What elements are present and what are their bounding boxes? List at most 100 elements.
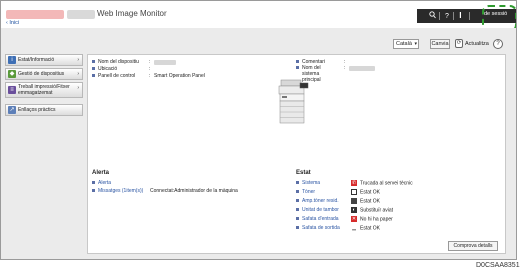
output-tray-icon: ▁: [351, 225, 357, 231]
sidebar-item-label: Gestió de dispositius: [18, 71, 65, 77]
status-value: Trucada al servei tècnic: [360, 180, 413, 187]
sidebar-item-label: Estat/Informació: [18, 57, 55, 63]
status-value-group: Estat OK: [351, 198, 380, 204]
colon: :: [149, 59, 151, 65]
status-value: No hi ha paper: [360, 216, 393, 223]
refresh-link[interactable]: Actualitza: [465, 41, 489, 47]
model-name: [67, 10, 95, 19]
host-value: [349, 66, 375, 71]
language-value: Català: [396, 41, 412, 47]
status-value: Estat OK: [360, 189, 381, 196]
colon: :: [149, 66, 151, 72]
bullet: [92, 181, 95, 185]
top-bar: Web Image Monitor ‹ Inici ? de sessió: [1, 1, 516, 32]
messages-link[interactable]: Missatges (1item(s)): [98, 188, 143, 194]
bullet: [92, 74, 95, 78]
print-job-icon: ≡: [8, 86, 16, 94]
chevron-right-icon: ›: [77, 57, 79, 63]
divider: [469, 12, 470, 20]
status-title: Estat: [296, 170, 311, 176]
status-row-drum: Unitat de tambor ◐ Substituïr aviat: [296, 207, 393, 213]
drum-unit-icon: ◐: [351, 207, 357, 213]
help-icon[interactable]: ?: [444, 11, 450, 23]
status-label[interactable]: Tòner: [302, 189, 315, 195]
status-label[interactable]: Safata d'entrada: [302, 216, 339, 222]
bullet: [92, 60, 95, 64]
sidebar: i Estat/Informació › ◆ Gestió de disposi…: [5, 54, 83, 118]
svg-text:?: ?: [445, 13, 449, 19]
search-icon[interactable]: [429, 11, 436, 23]
page-help-icon[interactable]: ?: [493, 39, 503, 49]
host-row: Nom del sistema principal :: [296, 65, 416, 83]
alert-row: Alerta: [92, 180, 111, 186]
app-title: Web Image Monitor: [97, 9, 167, 18]
refresh-icon[interactable]: ⟳: [455, 39, 463, 48]
bullet: [296, 226, 299, 230]
status-row-output-tray: Safata de sortida ▁ Estat OK: [296, 225, 380, 231]
sidebar-item-label: Treball impressió/Fitxer emmagatzemat: [18, 84, 70, 96]
waste-toner-icon: [351, 198, 357, 204]
status-row-system: Sistema ✆ Trucada al servei tècnic: [296, 180, 413, 186]
main-panel: Nom del dispositiu : Ubicació : Panell d…: [87, 54, 506, 254]
language-select[interactable]: Català ▾: [393, 39, 419, 49]
messages-row: Missatges (1item(s)) Connectat:Administr…: [92, 188, 238, 194]
sidebar-item-status[interactable]: i Estat/Informació ›: [5, 54, 83, 66]
chevron-right-icon: ›: [77, 85, 79, 91]
control-panel-value: Smart Operation Panel: [154, 73, 205, 79]
home-link[interactable]: ‹ Inici: [6, 20, 19, 26]
messages-value: Connectat:Administrador de la màquina: [150, 188, 238, 194]
links-icon: ↗: [8, 106, 16, 114]
device-name-value: [154, 60, 176, 65]
bullet: [296, 199, 299, 203]
alert-title: Alerta: [92, 170, 110, 176]
menu-icon[interactable]: [459, 11, 462, 23]
status-row-toner: Tòner Estat OK: [296, 189, 380, 195]
status-label[interactable]: Safata de sortida: [302, 225, 340, 231]
sidebar-item-links[interactable]: ↗ Enllaços pràctics: [5, 104, 83, 116]
status-value-group: ◐ Substituïr aviat: [351, 207, 393, 213]
sidebar-item-device-management[interactable]: ◆ Gestió de dispositius ›: [5, 68, 83, 80]
status-row-input-tray: Safata d'entrada ✕ No hi ha paper: [296, 216, 393, 222]
status-value-group: Estat OK: [351, 189, 380, 195]
bullet: [92, 67, 95, 71]
colon: :: [344, 65, 346, 71]
status-label[interactable]: Amp.tòner resid.: [302, 198, 339, 204]
bullet: [92, 189, 95, 193]
status-value: Estat OK: [360, 198, 381, 205]
status-label[interactable]: Sistema: [302, 180, 320, 186]
change-language-button[interactable]: Canvia: [430, 39, 450, 49]
check-details-button[interactable]: Comprova detalls: [448, 241, 498, 251]
divider: [453, 12, 454, 20]
location-row: Ubicació :: [92, 66, 150, 72]
figure-caption: D0CSAA8351: [476, 262, 520, 269]
bullet: [296, 181, 299, 185]
chevron-down-icon: ▾: [414, 41, 417, 47]
sidebar-item-label: Enllaços pràctics: [18, 107, 56, 113]
device-name-row: Nom del dispositiu :: [92, 59, 176, 65]
bullet: [296, 190, 299, 194]
status-value: Substituïr aviat: [360, 207, 394, 214]
info-icon: i: [8, 56, 16, 64]
toner-icon: [351, 189, 357, 195]
status-label[interactable]: Unitat de tambor: [302, 207, 339, 213]
device-name-label: Nom del dispositiu: [98, 59, 139, 65]
bullet: [296, 60, 299, 64]
status-value-group: ✕ No hi ha paper: [351, 216, 393, 222]
no-paper-icon: ✕: [351, 216, 357, 222]
sidebar-item-print-jobs[interactable]: ≡ Treball impressió/Fitxer emmagatzemat …: [5, 82, 83, 98]
service-call-icon: ✆: [351, 180, 357, 186]
browser-window: Web Image Monitor ‹ Inici ? de sessió Ca…: [0, 0, 517, 260]
printer-image: [278, 79, 309, 124]
status-row-waste-toner: Amp.tòner resid. Estat OK: [296, 198, 380, 204]
alert-link[interactable]: Alerta: [98, 180, 111, 186]
control-panel-label: Panell de control: [98, 73, 136, 79]
status-value-group: ✆ Trucada al servei tècnic: [351, 180, 413, 186]
control-panel-row: Panell de control : Smart Operation Pane…: [92, 73, 205, 79]
bullet: [296, 217, 299, 221]
status-value: Estat OK: [360, 225, 381, 232]
status-value-group: ▁ Estat OK: [351, 225, 380, 231]
bullet: [296, 66, 299, 70]
device-management-icon: ◆: [8, 70, 16, 78]
chevron-right-icon: ›: [77, 71, 79, 77]
divider: [439, 12, 440, 20]
